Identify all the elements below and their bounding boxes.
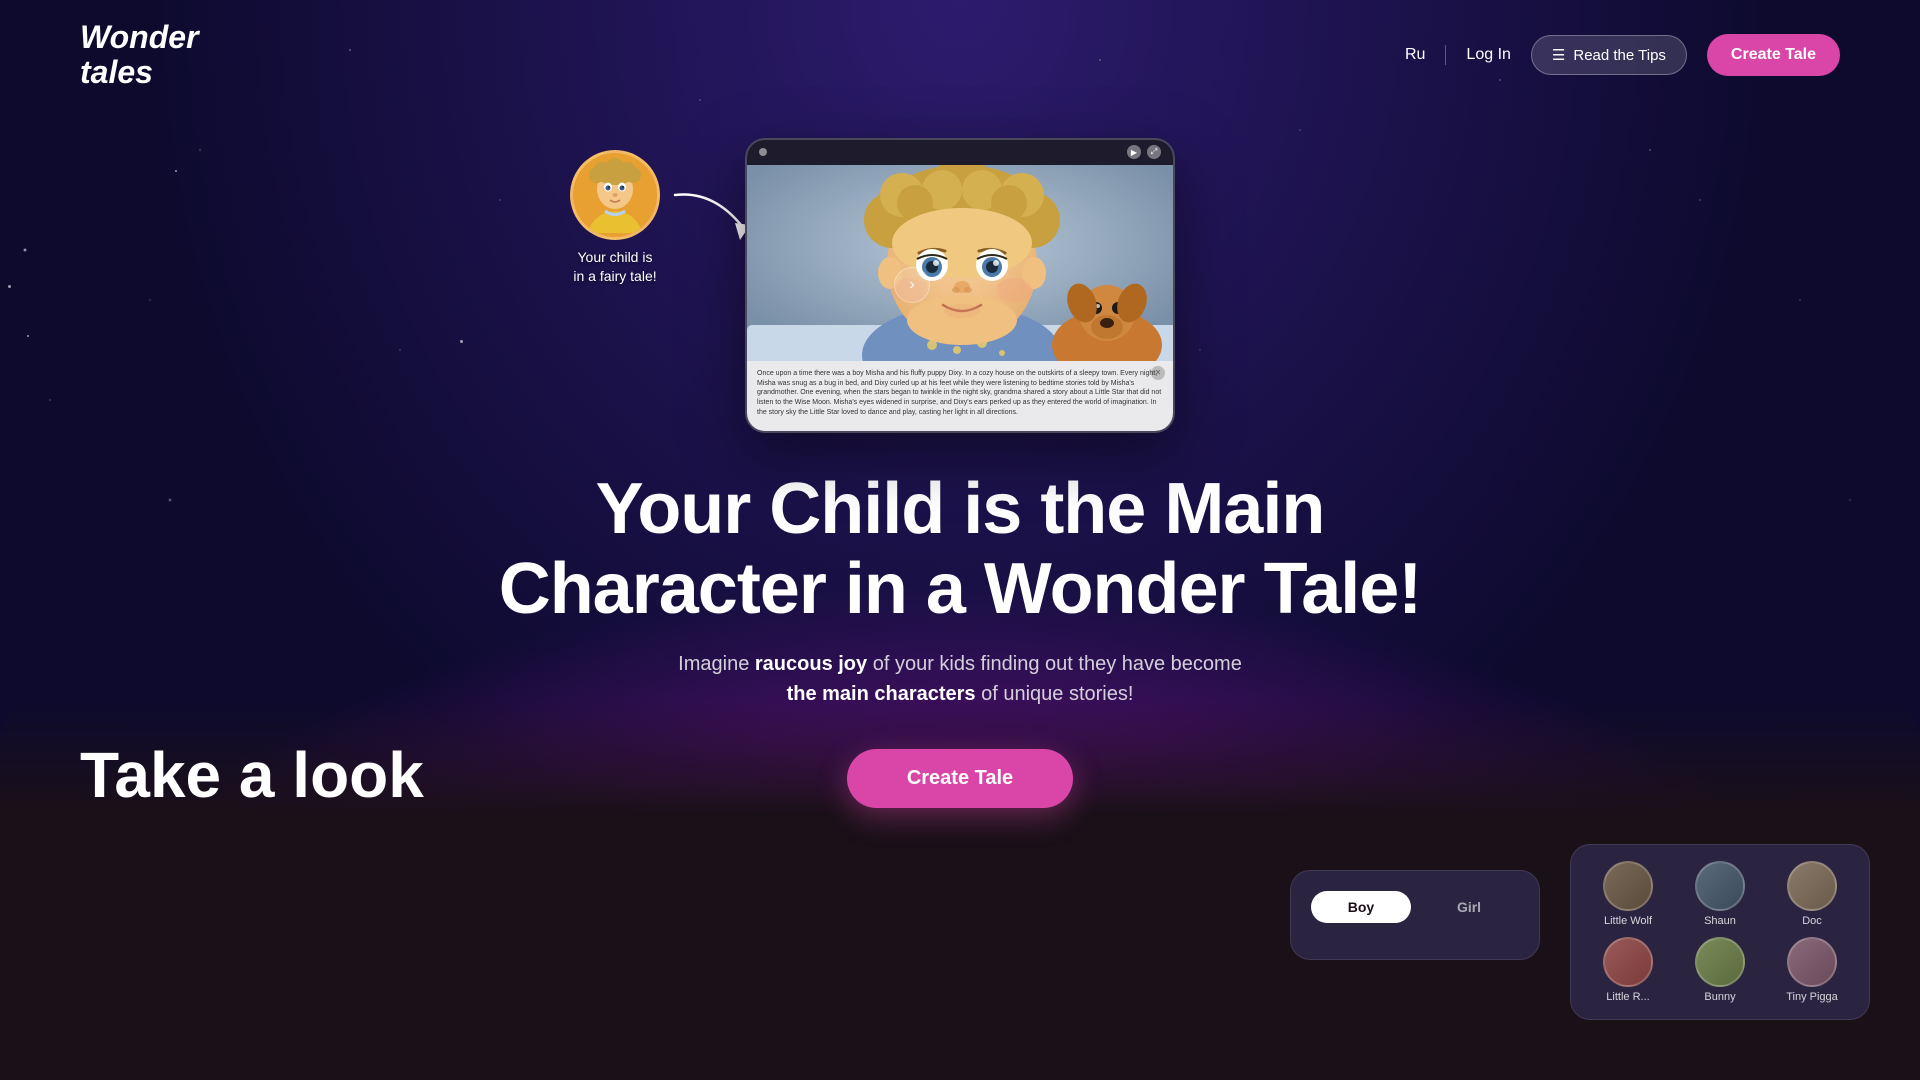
character-selector: Boy Girl (1290, 870, 1540, 960)
char-avatar-shaun (1695, 861, 1745, 911)
hero-heading: Your Child is the Main Character in a Wo… (499, 470, 1422, 628)
char-name-bunny: Bunny (1704, 991, 1735, 1003)
tips-icon: ☰ (1552, 46, 1565, 64)
char-avatar-wolf (1603, 861, 1653, 911)
nav-divider (1445, 45, 1446, 65)
char-name-shaun: Shaun (1704, 915, 1736, 927)
tablet-image-area (747, 165, 1173, 361)
tablet-frame: ▶ ⤢ (745, 138, 1175, 433)
hero-subtext: Imagine raucous joy of your kids finding… (678, 649, 1242, 709)
read-tips-button[interactable]: ☰ Read the Tips (1531, 35, 1687, 75)
list-item[interactable]: Tiny Pigga (1771, 937, 1853, 1003)
tablet-dot (759, 148, 767, 156)
character-tabs: Boy Girl (1311, 891, 1519, 923)
navigation: Wonder tales Ru Log In ☰ Read the Tips C… (0, 0, 1920, 110)
carousel-next-button[interactable]: › (894, 267, 930, 303)
tablet-control-expand[interactable]: ⤢ (1147, 145, 1161, 159)
illustration-area: Your child is in a fairy tale! ‹ ▶ ⤢ (510, 130, 1410, 440)
child-avatar-circle (570, 150, 660, 240)
char-name-doc: Doc (1802, 915, 1822, 927)
language-switcher[interactable]: Ru (1405, 46, 1425, 64)
char-avatar-little-r (1603, 937, 1653, 987)
char-name-little-r: Little R... (1606, 991, 1649, 1003)
child-avatar-svg (573, 153, 657, 237)
char-avatar-bunny (1695, 937, 1745, 987)
nav-right: Ru Log In ☰ Read the Tips Create Tale (1405, 34, 1840, 76)
login-link[interactable]: Log In (1466, 46, 1510, 64)
child-portrait (747, 165, 1173, 361)
list-item[interactable]: Little Wolf (1587, 861, 1669, 927)
characters-grid: Little Wolf Shaun Doc Little R... Bunny … (1587, 861, 1853, 1003)
arrow-svg (665, 185, 755, 245)
child-avatar-area: Your child is in a fairy tale! (570, 150, 660, 284)
tips-label: Read the Tips (1573, 47, 1666, 64)
portrait-svg (747, 165, 1173, 361)
char-avatar-doc (1787, 861, 1837, 911)
tablet-top-bar: ▶ ⤢ (747, 140, 1173, 165)
child-avatar-label: Your child is in a fairy tale! (573, 248, 656, 284)
logo[interactable]: Wonder tales (80, 20, 199, 90)
tab-girl[interactable]: Girl (1419, 891, 1519, 923)
list-item[interactable]: Shaun (1679, 861, 1761, 927)
tablet-story-text: Once upon a time there was a boy Misha a… (757, 369, 1163, 418)
tab-boy[interactable]: Boy (1311, 891, 1411, 923)
list-item[interactable]: Little R... (1587, 937, 1669, 1003)
create-tale-nav-button[interactable]: Create Tale (1707, 34, 1840, 76)
arrow-indicator (665, 185, 755, 250)
tablet-controls: ▶ ⤢ (1127, 145, 1161, 159)
create-tale-hero-button[interactable]: Create Tale (847, 749, 1073, 808)
main-content: Your child is in a fairy tale! ‹ ▶ ⤢ (0, 110, 1920, 807)
tablet-text-area: Once upon a time there was a boy Misha a… (747, 361, 1173, 431)
char-avatar-tiny-pigga (1787, 937, 1837, 987)
tablet-close-btn[interactable]: ✕ (1151, 366, 1165, 380)
char-name-wolf: Little Wolf (1604, 915, 1652, 927)
list-item[interactable]: Doc (1771, 861, 1853, 927)
characters-panel: Little Wolf Shaun Doc Little R... Bunny … (1570, 844, 1870, 1020)
tablet-control-play[interactable]: ▶ (1127, 145, 1141, 159)
list-item[interactable]: Bunny (1679, 937, 1761, 1003)
char-name-tiny-pigga: Tiny Pigga (1786, 991, 1838, 1003)
